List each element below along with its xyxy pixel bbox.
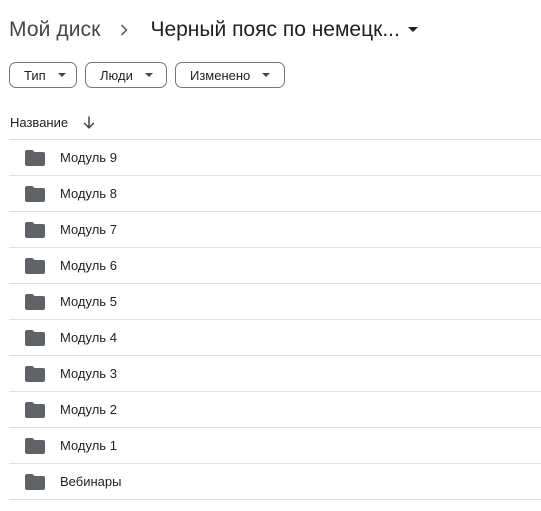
folder-icon (25, 185, 45, 202)
filter-bar: Тип Люди Изменено (9, 62, 285, 88)
caret-down-icon (262, 73, 271, 77)
folder-icon (25, 293, 45, 310)
folder-name: Модуль 3 (60, 366, 117, 381)
column-header-label: Название (10, 114, 69, 130)
list-item[interactable]: Модуль 7 (9, 212, 541, 248)
folder-icon (25, 221, 45, 238)
arrow-down-icon[interactable] (83, 116, 95, 129)
file-list: Модуль 9 Модуль 8 Модуль 7 Модуль 6 Моду… (9, 140, 541, 500)
folder-name: Модуль 4 (60, 330, 117, 345)
name-column-header[interactable]: Название (10, 112, 95, 132)
caret-down-icon (144, 73, 153, 77)
filter-modified-label: Изменено (190, 67, 251, 83)
folder-icon (25, 149, 45, 166)
caret-down-icon (407, 27, 418, 33)
current-folder-title: Черный пояс по немецк... (150, 18, 400, 41)
folder-name: Модуль 6 (60, 258, 117, 273)
folder-icon (25, 365, 45, 382)
folder-icon (25, 329, 45, 346)
list-item[interactable]: Модуль 8 (9, 176, 541, 212)
folder-name: Модуль 2 (60, 402, 117, 417)
filter-modified-chip[interactable]: Изменено (175, 62, 285, 88)
list-item[interactable]: Модуль 3 (9, 356, 541, 392)
breadcrumb: Мой диск Черный пояс по немецк... (9, 14, 418, 46)
list-item[interactable]: Модуль 1 (9, 428, 541, 464)
breadcrumb-my-drive[interactable]: Мой диск (9, 18, 100, 42)
folder-name: Модуль 1 (60, 438, 117, 453)
folder-name: Модуль 7 (60, 222, 117, 237)
folder-icon (25, 437, 45, 454)
folder-name: Модуль 5 (60, 294, 117, 309)
folder-name: Модуль 9 (60, 150, 117, 165)
list-item[interactable]: Модуль 6 (9, 248, 541, 284)
list-item[interactable]: Модуль 4 (9, 320, 541, 356)
folder-icon (25, 257, 45, 274)
list-item[interactable]: Модуль 9 (9, 140, 541, 176)
filter-type-label: Тип (24, 67, 46, 83)
list-item[interactable]: Модуль 5 (9, 284, 541, 320)
filter-type-chip[interactable]: Тип (9, 62, 77, 88)
folder-icon (25, 473, 45, 490)
current-folder-menu[interactable]: Черный пояс по немецк... (150, 18, 418, 42)
caret-down-icon (57, 73, 66, 77)
filter-people-label: Люди (100, 67, 133, 83)
list-item[interactable]: Модуль 2 (9, 392, 541, 428)
drive-page: Мой диск Черный пояс по немецк... Тип Лю… (0, 0, 541, 511)
folder-name: Модуль 8 (60, 186, 117, 201)
folder-icon (25, 401, 45, 418)
folder-name: Вебинары (60, 474, 122, 489)
chevron-right-icon (120, 24, 129, 36)
list-item[interactable]: Вебинары (9, 464, 541, 500)
filter-people-chip[interactable]: Люди (85, 62, 167, 88)
